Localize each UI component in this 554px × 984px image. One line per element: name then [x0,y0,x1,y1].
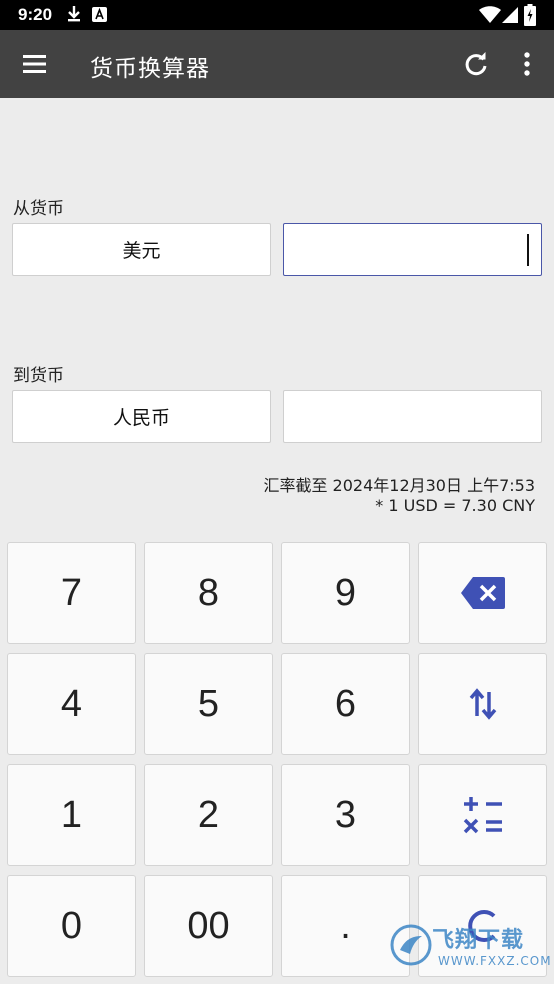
key-5[interactable]: 5 [144,653,273,755]
refresh-icon[interactable] [462,50,490,78]
watermark: 飞翔下载 WWW.FXXZ.COM [388,916,551,976]
key-8[interactable]: 8 [144,542,273,644]
from-currency-name: 美元 [122,240,161,262]
key-2[interactable]: 2 [144,764,273,866]
status-time: 9:20 [18,5,53,24]
download-icon [66,4,82,29]
key-9[interactable]: 9 [281,542,410,644]
swap-icon [468,686,498,722]
key-7[interactable]: 7 [7,542,136,644]
watermark-logo-icon [390,924,432,971]
signal-icon [502,6,518,29]
from-currency-selector[interactable]: 美元 [12,223,271,276]
key-0[interactable]: 0 [7,875,136,977]
battery-icon [524,4,536,31]
to-currency-selector[interactable]: 人民币 [12,390,271,443]
rate-value: * 1 USD = 7.30 CNY [375,496,535,515]
wifi-icon [479,6,501,29]
rate-timestamp: 汇率截至 2024年12月30日 上午7:53 [263,476,535,495]
page-title: 货币换算器 [90,56,210,82]
watermark-brand: 飞翔下载 [432,928,525,953]
key-00[interactable]: 00 [144,875,273,977]
backspace-button[interactable] [418,542,547,644]
operators-icon [462,794,504,836]
to-amount-output[interactable] [283,390,542,443]
to-currency-name: 人民币 [112,407,170,429]
text-cursor [527,234,529,266]
more-vert-icon[interactable] [513,50,541,78]
backspace-icon [460,576,506,610]
key-6[interactable]: 6 [281,653,410,755]
from-currency-label: 从货币 [13,199,64,219]
to-currency-label: 到货币 [13,366,64,386]
a-badge-icon [92,7,107,27]
key-3[interactable]: 3 [281,764,410,866]
status-bar: 9:20 [0,0,554,30]
operators-button[interactable] [418,764,547,866]
key-4[interactable]: 4 [7,653,136,755]
menu-icon[interactable] [21,50,49,78]
watermark-site: WWW.FXXZ.COM [438,954,552,968]
swap-button[interactable] [418,653,547,755]
key-1[interactable]: 1 [7,764,136,866]
app-bar: 货币换算器 [0,30,554,98]
from-amount-input[interactable] [283,223,542,276]
